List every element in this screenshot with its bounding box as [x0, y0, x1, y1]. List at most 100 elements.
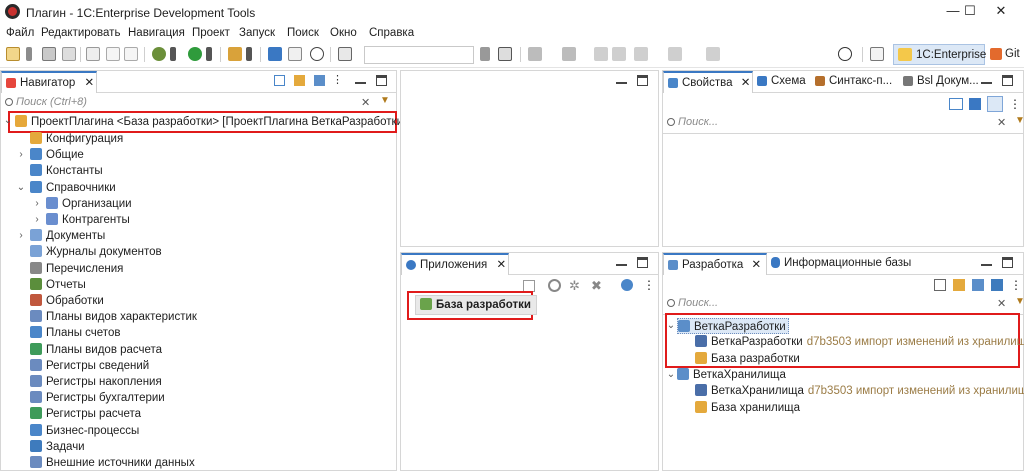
tab-syntax[interactable]: Синтакс-п... [815, 71, 892, 93]
clear-search-icon[interactable]: ✕ [997, 116, 1006, 129]
tools-icon[interactable] [228, 47, 242, 61]
search-objects-icon[interactable] [268, 47, 282, 61]
close-window-button[interactable]: ✕ [978, 0, 1024, 24]
navigator-tree-item[interactable]: Журналы документов [30, 244, 162, 260]
navigator-tree-item[interactable]: Обработки [30, 293, 104, 309]
run-icon[interactable] [188, 47, 202, 61]
navigator-tree-item[interactable]: Документы [30, 228, 105, 244]
navigator-tree-item[interactable]: Регистры сведений [30, 358, 149, 374]
menu-search[interactable]: Поиск [287, 27, 319, 39]
search-options-icon[interactable]: ▼ [1015, 296, 1024, 307]
navigator-tree-item[interactable]: Планы видов характеристик [30, 309, 197, 325]
navigator-tree-item[interactable]: Контрагенты [46, 212, 130, 228]
tab-infobases[interactable]: Информационные базы [771, 253, 911, 275]
navigator-tree-item[interactable]: Перечисления [30, 261, 123, 277]
navigator-tree-item[interactable]: Регистры накопления [30, 374, 162, 390]
run-dropdown-icon[interactable] [206, 47, 212, 61]
filter-icon[interactable] [314, 75, 325, 86]
new-icon[interactable] [6, 47, 20, 61]
branch-child-node[interactable]: База хранилища [695, 400, 800, 416]
expand-arrow-icon[interactable]: › [32, 198, 42, 209]
menu-window[interactable]: Окно [330, 27, 357, 39]
collapse-arrow-icon[interactable]: ⌄ [16, 182, 26, 193]
editor-minimize-icon[interactable] [616, 77, 627, 84]
minimize-icon[interactable] [616, 259, 627, 266]
next-annotation-icon[interactable] [480, 47, 490, 61]
pin-icon[interactable] [949, 98, 963, 110]
navigator-tree-item[interactable]: Планы видов расчета [30, 342, 162, 358]
nav-back-edit-icon[interactable] [594, 47, 608, 61]
update-app-icon[interactable] [621, 279, 633, 291]
collapse-arrow-icon[interactable]: ⌄ [666, 369, 676, 380]
navigator-tree-item[interactable]: Задачи [30, 439, 85, 455]
branch-child-node[interactable]: ВеткаРазработки d7b3503 импорт изменений … [695, 334, 1024, 350]
tools-dropdown-icon[interactable] [246, 47, 252, 61]
navigator-tree-item[interactable]: Конфигурация [30, 131, 123, 147]
perspective-git-button[interactable]: Git [988, 44, 1024, 65]
navigator-tree-item[interactable]: Константы [30, 163, 103, 179]
menu-run[interactable]: Запуск [239, 27, 275, 39]
git-icon[interactable] [562, 47, 576, 61]
search-options-icon[interactable]: ▼ [1015, 115, 1024, 126]
menu-help[interactable]: Справка [369, 27, 414, 39]
context-combo[interactable] [364, 46, 474, 64]
branch-child-node[interactable]: ВеткаХранилища d7b3503 импорт изменений и… [695, 383, 1024, 399]
menu-navigation[interactable]: Навигация [128, 27, 185, 39]
minimize-icon[interactable] [981, 77, 992, 84]
collapse-all-icon[interactable] [934, 279, 946, 291]
app-item-dev-base[interactable]: База разработки [415, 295, 537, 315]
back-icon[interactable] [634, 47, 648, 61]
task-icon[interactable] [498, 47, 512, 61]
menu-file[interactable]: Файл [6, 27, 34, 39]
tab-development[interactable]: Разработка ✕ [663, 253, 767, 275]
navigator-tree-item[interactable]: Внешние источники данных [30, 455, 195, 471]
perspective-1c-button[interactable]: 1C:Enterprise [893, 44, 986, 65]
deploy-icon[interactable] [528, 47, 542, 61]
navigator-tree-item[interactable]: Бизнес-процессы [30, 423, 139, 439]
navigator-tree-item[interactable]: Справочники [30, 180, 116, 196]
search-icon[interactable] [838, 47, 852, 61]
branch-node[interactable]: ВеткаХранилища [677, 367, 786, 383]
redo-icon[interactable] [124, 47, 138, 61]
view-menu-icon[interactable]: ⋮ [1010, 278, 1022, 292]
update-icon[interactable] [991, 279, 1003, 291]
syntax-check-icon[interactable] [338, 47, 352, 61]
navigator-tree-item[interactable]: Регистры бухгалтерии [30, 390, 165, 406]
categories-icon[interactable] [987, 96, 1003, 112]
navigator-tree-item[interactable]: Организации [46, 196, 132, 212]
run-app-icon[interactable] [548, 279, 561, 292]
print-icon[interactable] [86, 47, 100, 61]
clear-search-icon[interactable]: ✕ [361, 96, 370, 109]
close-tab-icon[interactable]: ✕ [84, 77, 94, 89]
branch-child-node[interactable]: База разработки [695, 351, 800, 367]
expand-arrow-icon[interactable]: › [16, 230, 26, 241]
navigator-tree-item[interactable]: Планы счетов [30, 325, 120, 341]
minimize-icon[interactable] [355, 77, 366, 84]
navigator-tree-item[interactable]: Отчеты [30, 277, 86, 293]
link-editor-icon[interactable] [294, 75, 305, 86]
tab-applications[interactable]: Приложения ✕ [401, 253, 509, 275]
collapse-arrow-icon[interactable]: ⌄ [666, 320, 676, 331]
timer-icon[interactable] [310, 47, 324, 61]
add-branch-icon[interactable] [972, 279, 984, 291]
view-menu-icon[interactable]: ⋮ [643, 278, 655, 292]
expand-arrow-icon[interactable]: › [32, 214, 42, 225]
tab-navigator[interactable]: Навигатор ✕ [1, 71, 97, 93]
tab-properties[interactable]: Свойства ✕ [663, 71, 753, 93]
save-icon[interactable] [42, 47, 56, 61]
close-tab-icon[interactable]: ✕ [741, 77, 751, 89]
debug-icon[interactable] [152, 47, 166, 61]
editor-maximize-icon[interactable] [637, 75, 648, 86]
view-menu-icon[interactable]: ⋮ [1009, 97, 1021, 111]
forward-icon[interactable] [668, 47, 682, 61]
maximize-icon[interactable] [1002, 75, 1013, 86]
project-row[interactable]: ПроектПлагина <База разработки> [ПроектП… [15, 114, 406, 130]
properties-search-input[interactable]: Поиск... [667, 116, 987, 132]
link-icon[interactable] [953, 279, 965, 291]
development-search-input[interactable]: Поиск... [667, 297, 987, 313]
tab-schema[interactable]: Схема [757, 71, 806, 93]
clear-search-icon[interactable]: ✕ [997, 297, 1006, 310]
nav-forward-edit-icon[interactable] [612, 47, 626, 61]
navigator-search-input[interactable]: Поиск (Ctrl+8) [5, 96, 345, 112]
pin-editor-icon[interactable] [706, 47, 720, 61]
